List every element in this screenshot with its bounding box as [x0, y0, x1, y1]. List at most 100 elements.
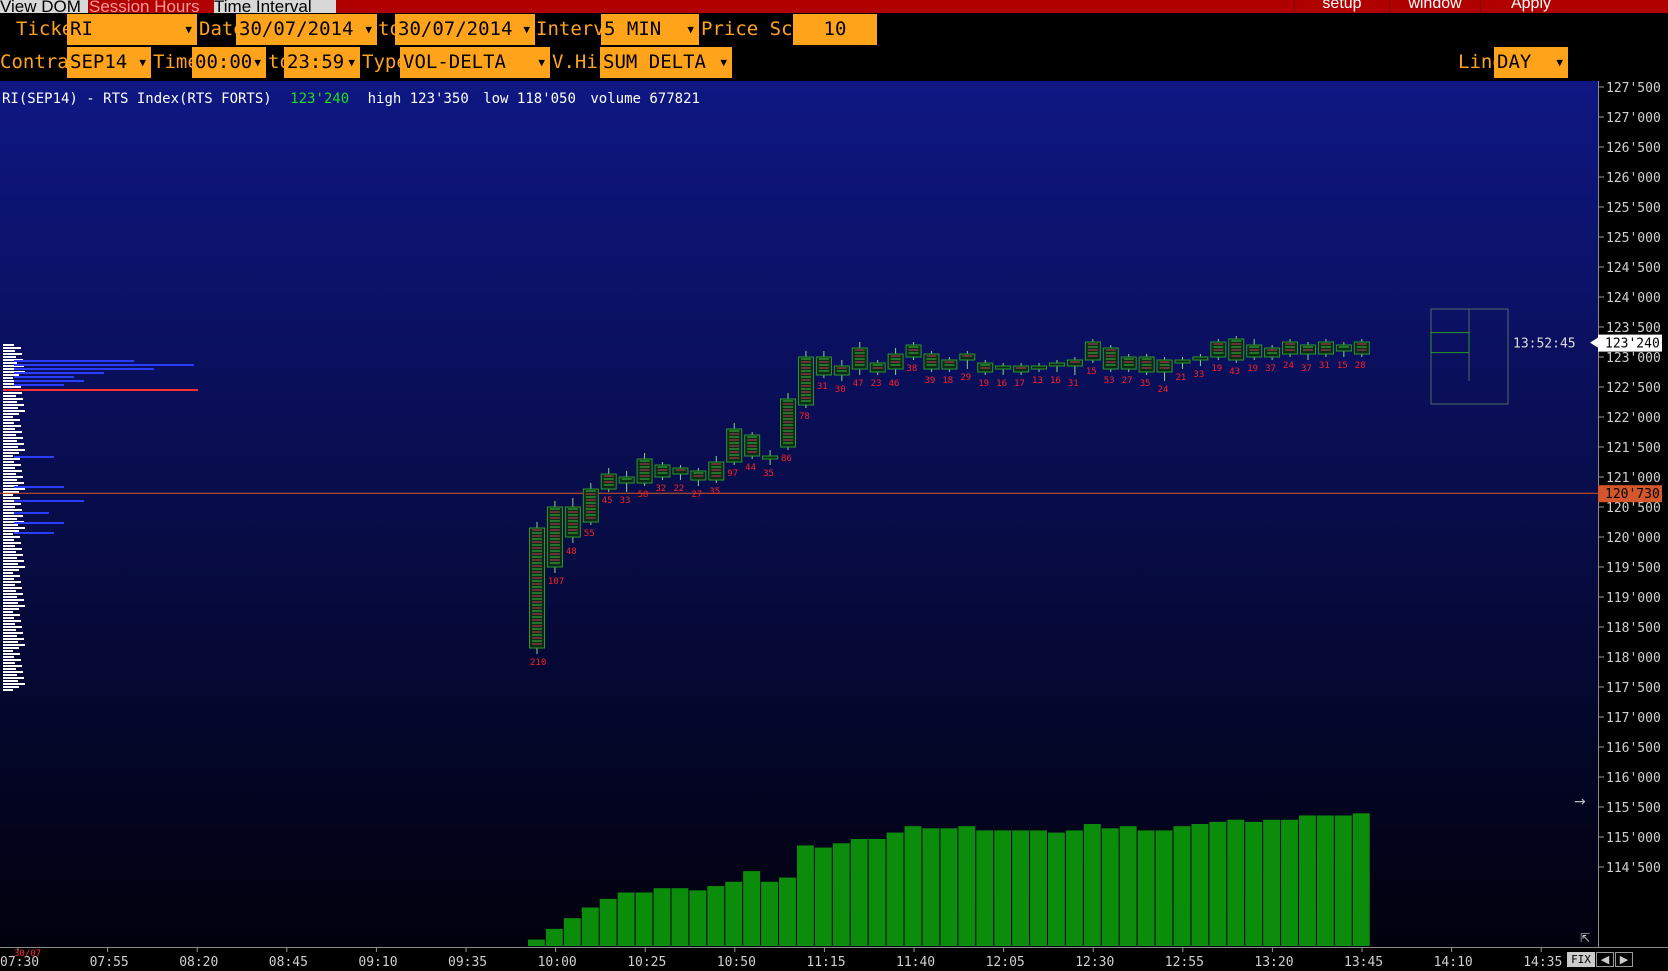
candle-count: 107	[548, 577, 564, 587]
candle-body	[1335, 344, 1352, 352]
scroll-left-icon[interactable]: ◀	[1596, 952, 1614, 967]
profile-bar	[3, 470, 22, 472]
y-tick-label: 122'500	[1606, 381, 1661, 396]
profile-bar	[3, 458, 20, 460]
profile-bar	[3, 677, 24, 679]
candle-count: 18	[942, 376, 953, 386]
profile-bar	[3, 506, 15, 508]
profile-bar-blue	[14, 368, 154, 370]
profile-bar	[3, 650, 13, 652]
y-tick-label: 116'500	[1606, 741, 1661, 756]
profile-bar	[3, 656, 14, 658]
y-tick-label: 114'500	[1606, 861, 1661, 876]
profile-bar	[3, 686, 19, 688]
fix-button[interactable]: FIX	[1567, 952, 1595, 967]
profile-bar	[3, 407, 18, 409]
x-tick-label: 13:45	[1344, 955, 1383, 970]
scroll-right-icon[interactable]: ▶	[1615, 952, 1633, 967]
profile-bar	[3, 536, 20, 538]
profile-bar	[3, 635, 17, 637]
profile-bar	[3, 608, 19, 610]
profile-poc-line	[3, 389, 198, 391]
volume-bar	[1245, 821, 1263, 946]
profile-bar	[3, 641, 18, 643]
profile-bar	[3, 446, 18, 448]
volume-bar	[1227, 819, 1245, 946]
profile-bar	[3, 527, 25, 529]
profile-bar	[3, 593, 23, 595]
y-tick-label: 115'000	[1606, 831, 1661, 846]
profile-bar	[3, 500, 14, 502]
y-tick-label: 124'500	[1606, 261, 1661, 276]
volume-bar	[1047, 832, 1065, 946]
profile-bar	[3, 449, 25, 451]
volume-bar	[1155, 830, 1173, 946]
profile-bar	[3, 476, 23, 478]
volume-bar	[1065, 830, 1083, 946]
profile-bar-blue	[14, 364, 194, 366]
fullscreen-icon[interactable]: ⇱	[1580, 932, 1590, 944]
y-tick-label: 116'000	[1606, 771, 1661, 786]
candle-count: 27	[1122, 376, 1133, 386]
profile-bar	[3, 398, 23, 400]
profile-bar-blue	[14, 380, 84, 382]
profile-bar	[3, 572, 13, 574]
candle-count: 28	[1355, 361, 1366, 371]
profile-bar	[3, 533, 13, 535]
y-tick-label: 118'000	[1606, 651, 1661, 666]
candle-count: 210	[530, 658, 546, 668]
profile-bar	[3, 356, 16, 358]
profile-bar-blue	[14, 500, 84, 502]
volume-bar	[1030, 830, 1047, 946]
volume-bar	[779, 877, 796, 946]
profile-bar	[3, 488, 25, 490]
volume-bar	[707, 886, 725, 946]
candle-count: 13	[1032, 376, 1043, 386]
volume-profile	[3, 344, 198, 691]
profile-bar	[3, 413, 19, 415]
profile-bar	[3, 443, 24, 445]
candle-body	[672, 467, 689, 475]
profile-bar	[3, 554, 23, 556]
x-tick-label: 14:10	[1434, 955, 1473, 970]
volume-bar	[581, 907, 599, 946]
profile-bar	[3, 632, 23, 634]
profile-bar	[3, 401, 17, 403]
candle-body	[1013, 365, 1030, 373]
profile-bar	[3, 530, 19, 532]
profile-bar	[3, 467, 15, 469]
candles: 210 107 48 55 45 33 58 32 22 27 35 97 44 35 86 78 31 30 47…	[529, 336, 1370, 668]
profile-bar	[3, 545, 15, 547]
candle-count: 16	[996, 379, 1007, 389]
volume-bar	[796, 845, 814, 946]
volume-bar	[1173, 826, 1191, 946]
candle-count: 38	[907, 364, 918, 374]
candle-count: 53	[1104, 376, 1115, 386]
volume-bar	[976, 830, 994, 946]
candle-count: 19	[1211, 364, 1222, 374]
scroll-arrow-icon[interactable]: →	[1574, 795, 1586, 809]
y-tick-label: 123'000	[1606, 351, 1661, 366]
profile-bar	[3, 455, 13, 457]
volume-bar	[545, 928, 563, 946]
volume-bar	[1209, 821, 1227, 946]
y-tick-label: 125'500	[1606, 201, 1661, 216]
x-tick-label: 14:35	[1523, 955, 1562, 970]
volume-bar	[1012, 830, 1030, 946]
candle-count: 47	[853, 379, 864, 389]
candle-count: 31	[1068, 379, 1079, 389]
profile-bar	[3, 620, 21, 622]
profile-bar	[3, 428, 15, 430]
candle-count: 86	[781, 454, 792, 464]
profile-bar	[3, 617, 14, 619]
profile-bar	[3, 509, 22, 511]
candle-count: 32	[656, 484, 667, 494]
profile-bar	[3, 605, 25, 607]
candle-body	[1192, 356, 1209, 361]
candle-count: 78	[799, 412, 810, 422]
candle-body	[618, 476, 635, 484]
candle-count: 37	[1301, 364, 1312, 374]
candle-count: 27	[691, 490, 702, 500]
volume-bar	[940, 828, 958, 946]
profile-bar	[3, 404, 24, 406]
